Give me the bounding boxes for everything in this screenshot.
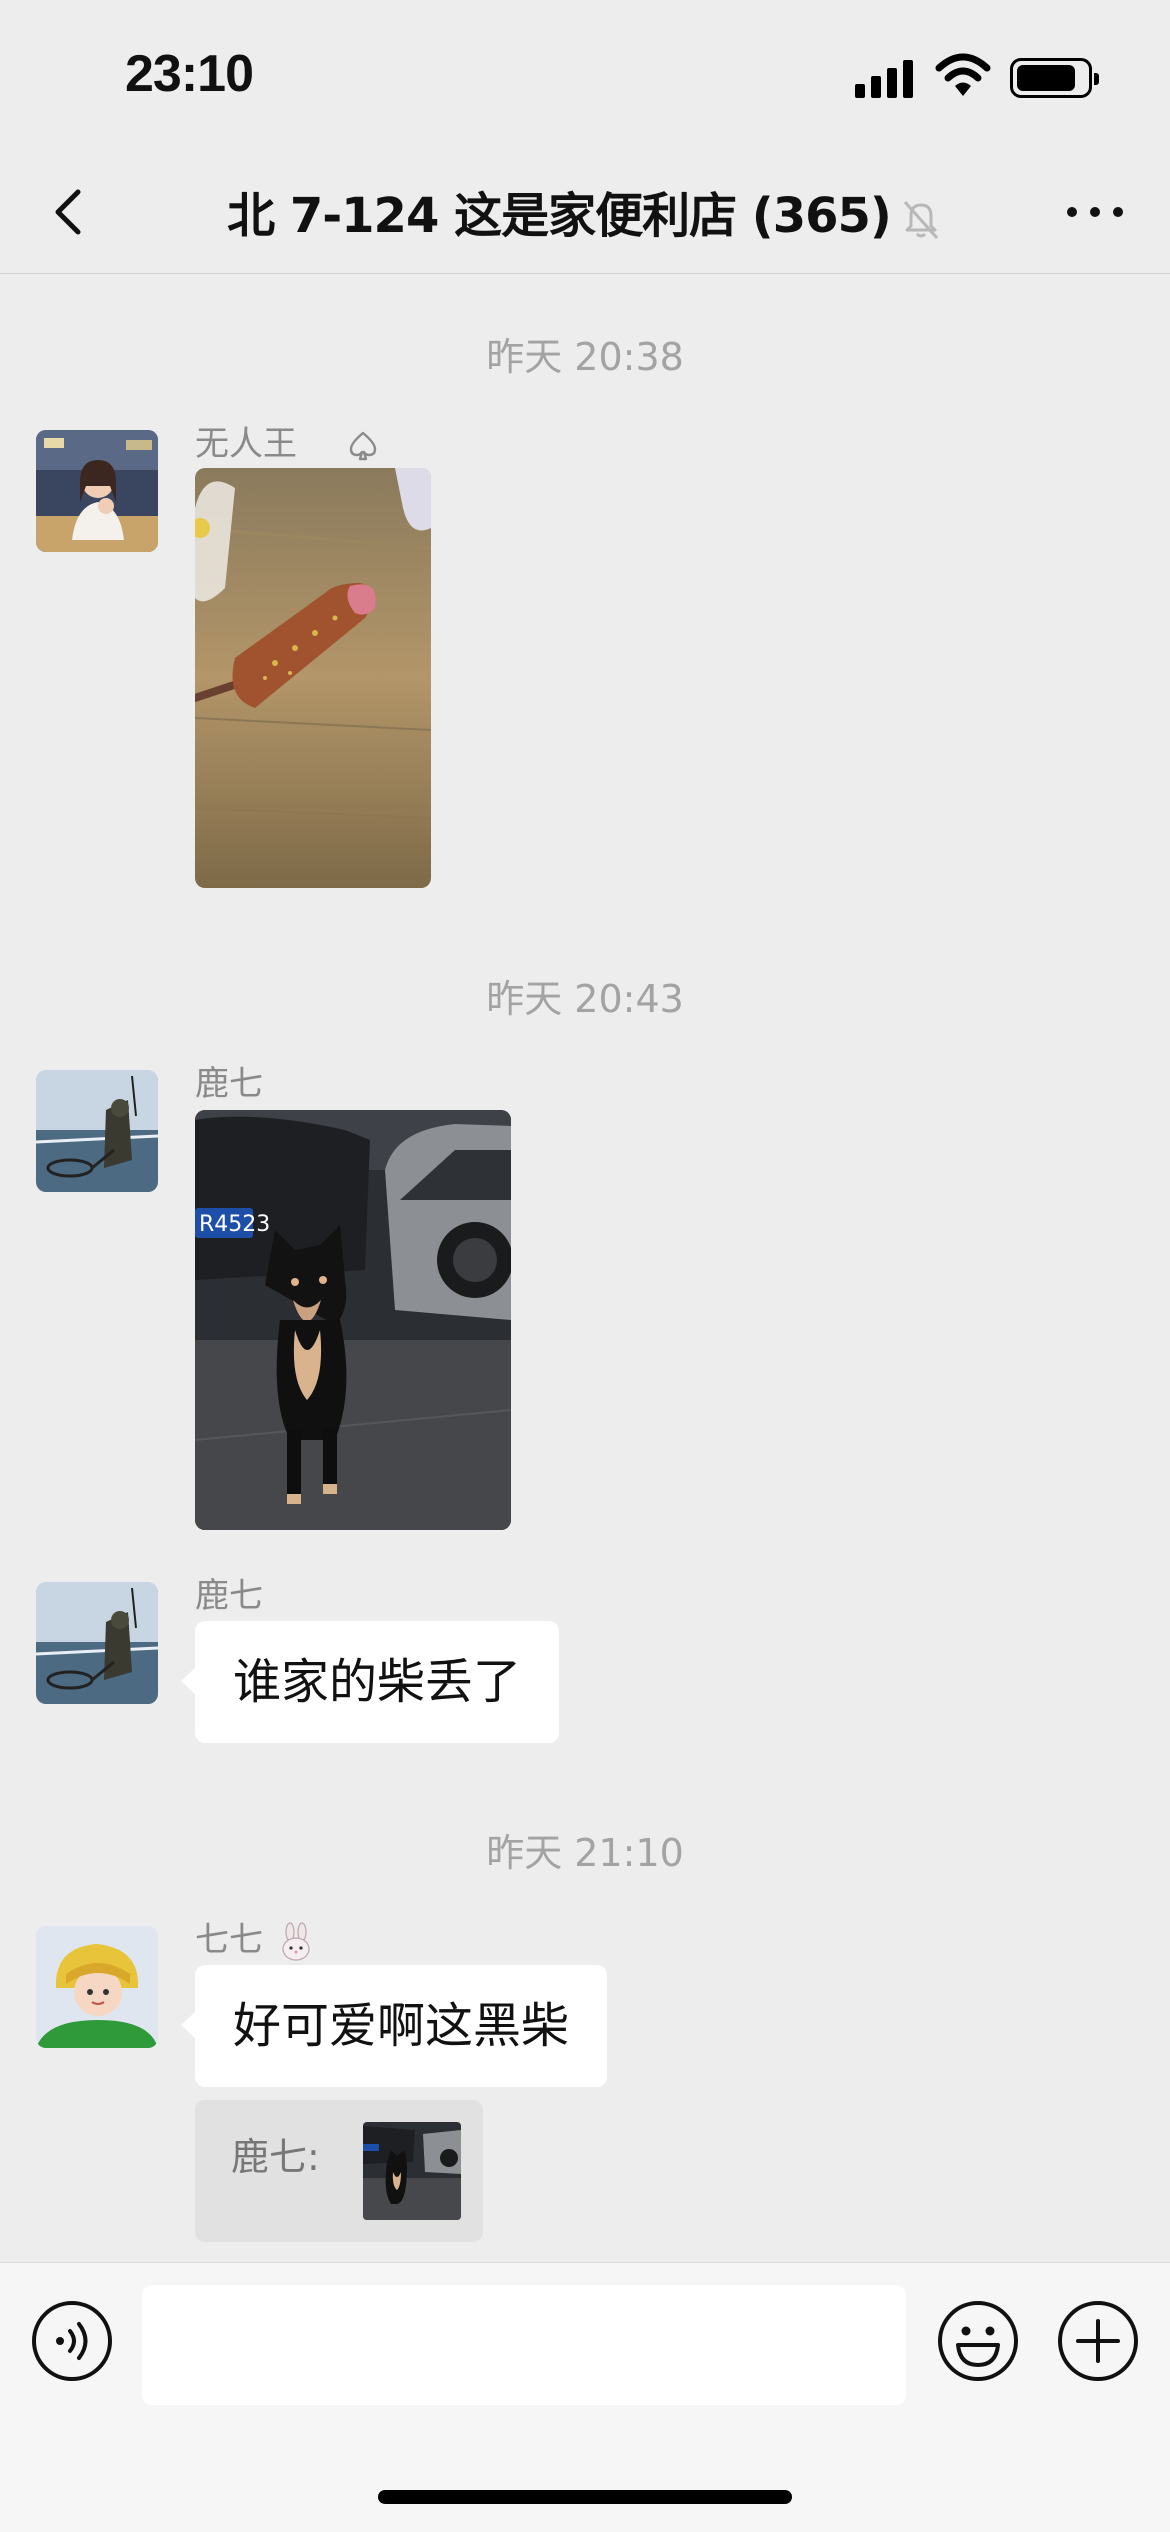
avatar[interactable] [36,430,158,552]
timestamp: 昨天 20:43 [486,977,684,1021]
text-bubble[interactable]: 好可爱啊这黑柴 [180,1965,608,2087]
plus-circle-icon[interactable] [1056,2299,1140,2383]
sender-name: 鹿七 [195,1064,263,1104]
chat-title-text: 北 7-124 这是家便利店 (365) [227,188,892,244]
voice-icon[interactable] [30,2299,114,2383]
emoji-icon[interactable] [936,2299,1020,2383]
sender-name: 鹿七 [195,1576,263,1616]
status-time: 23:10 [125,45,254,103]
wifi-icon [935,53,991,96]
more-dots-icon[interactable] [1060,180,1130,244]
license-plate-text: R4523 [199,1212,270,1237]
avatar[interactable] [36,1926,158,2048]
rabbit-emoji-icon [282,1921,310,1961]
sender-name-text: 七七 [195,1920,263,1960]
image-message-sausage[interactable] [195,468,431,888]
sender-name-text: 无人王 [195,424,297,464]
quote-image-thumbnail[interactable] [363,2122,461,2220]
sender-name: 七七 [195,1912,316,1962]
chevron-left-icon[interactable] [40,180,100,244]
status-bar: 23:10 [0,0,1170,150]
timestamp: 昨天 21:10 [486,1831,684,1875]
text-bubble[interactable]: 谁家的柴丢了 [180,1621,560,1743]
quoted-message[interactable]: 鹿七: [195,2100,483,2242]
avatar[interactable] [36,1070,158,1192]
quote-sender: 鹿七: [231,2135,320,2179]
sender-name: 无人王 [195,416,380,465]
home-indicator[interactable] [378,2490,792,2504]
cellular-signal-icon [855,58,913,98]
chat-header: 北 7-124 这是家便利店 (365) [0,150,1170,274]
timestamp: 昨天 20:38 [486,335,684,379]
chat-title: 北 7-124 这是家便利店 (365) [160,176,1010,246]
bell-slash-icon [903,201,938,239]
spade-icon [349,431,377,460]
message-input[interactable] [142,2285,906,2405]
battery-icon [1010,58,1099,98]
image-message-dog[interactable]: R4523 [195,1110,511,1530]
avatar[interactable] [36,1582,158,1704]
